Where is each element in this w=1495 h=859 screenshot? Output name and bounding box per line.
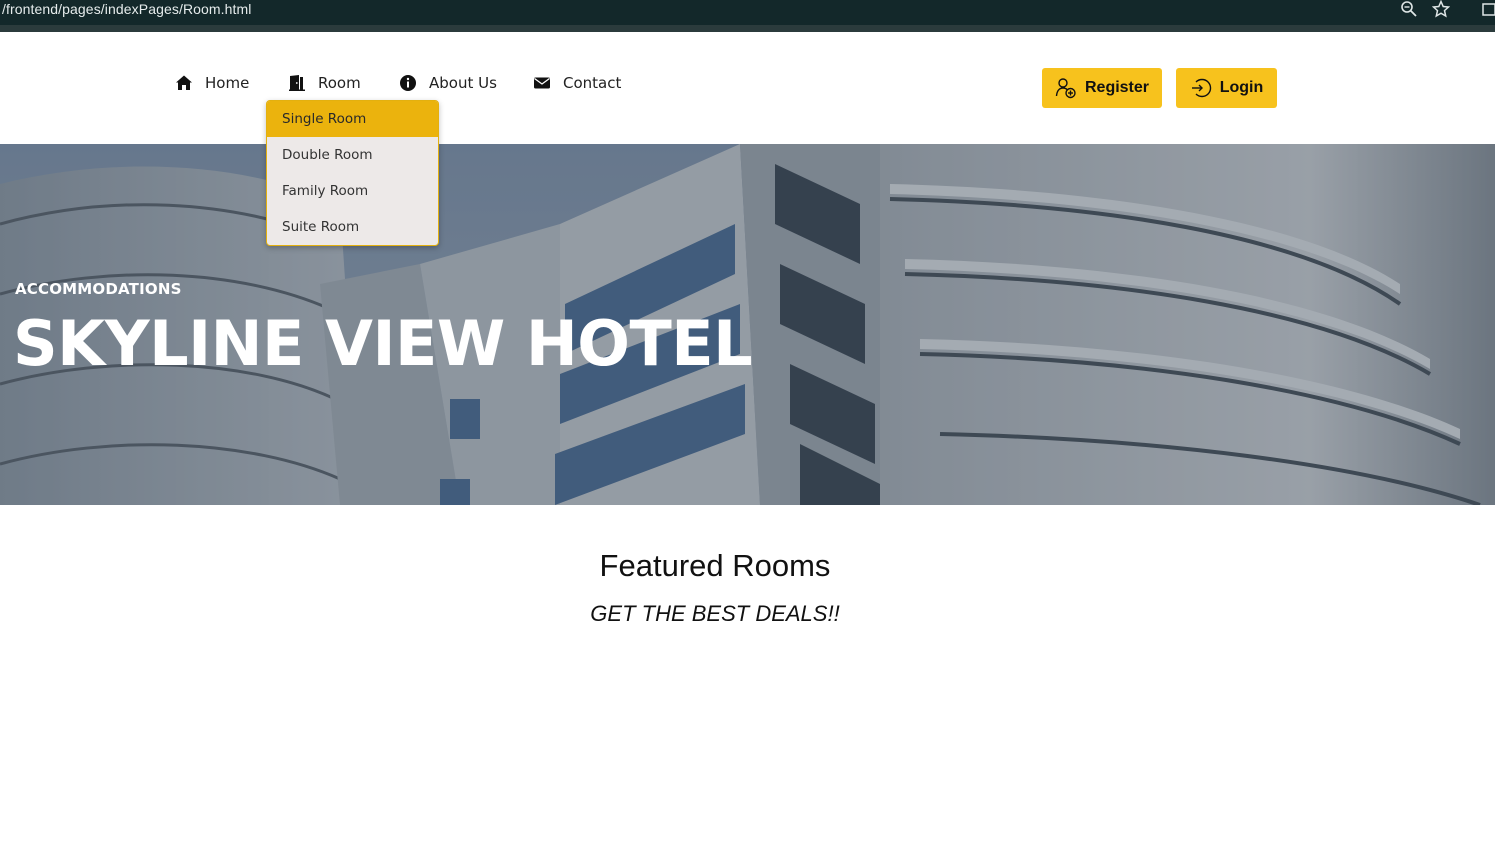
room-dropdown-menu: Single Room Double Room Family Room Suit… <box>266 100 439 246</box>
nav-contact[interactable]: Contact <box>533 72 621 94</box>
hero-title: SKYLINE VIEW HOTEL <box>13 307 753 380</box>
hero-banner: ACCOMMODATIONS SKYLINE VIEW HOTEL <box>0 144 1495 505</box>
dropdown-item-single-room[interactable]: Single Room <box>267 101 438 137</box>
door-icon <box>289 75 305 91</box>
envelope-icon <box>534 77 550 89</box>
star-icon[interactable] <box>1432 0 1450 18</box>
zoom-icon[interactable] <box>1400 0 1418 18</box>
info-icon <box>400 75 416 91</box>
nav-home-label: Home <box>205 74 250 92</box>
login-button[interactable]: Login <box>1176 68 1277 108</box>
dropdown-item-family-room[interactable]: Family Room <box>267 173 438 209</box>
hero-kicker: ACCOMMODATIONS <box>15 280 182 298</box>
add-user-icon <box>1055 78 1076 99</box>
main-navbar: Home Room About Us Contact Register Logi… <box>0 32 1495 144</box>
browser-toolbar: /frontend/pages/indexPages/Room.html <box>0 0 1495 32</box>
nav-about-us[interactable]: About Us <box>399 72 497 94</box>
nav-room-label: Room <box>318 74 361 92</box>
nav-about-label: About Us <box>429 74 497 92</box>
home-icon <box>176 75 192 90</box>
login-icon <box>1191 78 1211 98</box>
extension-icon[interactable] <box>1480 0 1495 18</box>
nav-room[interactable]: Room <box>288 72 361 94</box>
featured-rooms-heading: Featured Rooms <box>599 548 831 583</box>
address-bar-url[interactable]: /frontend/pages/indexPages/Room.html <box>2 1 252 17</box>
featured-rooms-subtitle: GET THE BEST DEALS!! <box>590 601 840 626</box>
login-button-label: Login <box>1219 79 1264 96</box>
register-button-label: Register <box>1084 79 1150 96</box>
dropdown-item-double-room[interactable]: Double Room <box>267 137 438 173</box>
nav-contact-label: Contact <box>563 74 622 92</box>
dropdown-item-suite-room[interactable]: Suite Room <box>267 209 438 245</box>
register-button[interactable]: Register <box>1042 68 1162 108</box>
nav-home[interactable]: Home <box>175 72 249 94</box>
